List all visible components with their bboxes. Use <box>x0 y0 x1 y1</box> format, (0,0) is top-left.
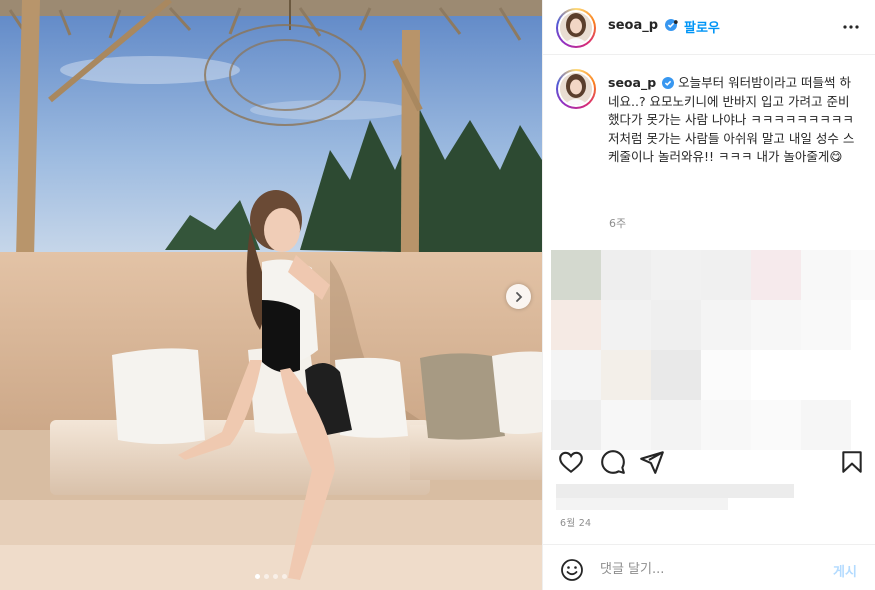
carousel-next-button[interactable] <box>506 284 531 309</box>
post-comment-button[interactable]: 게시 <box>833 561 857 580</box>
post-age: 6주 <box>609 217 627 230</box>
verified-badge-icon <box>662 77 675 89</box>
carousel-dot <box>273 574 278 579</box>
post-side-panel: seoa_p • 팔로우 seoa_p 오늘부터 워터밤이라고 떠들썩 하네요.… <box>542 0 875 590</box>
emoji-icon[interactable] <box>560 558 584 582</box>
comment-icon[interactable] <box>600 449 626 475</box>
carousel-dot <box>264 574 269 579</box>
bookmark-icon[interactable] <box>839 449 865 475</box>
comment-input[interactable] <box>600 557 820 581</box>
avatar-image <box>560 73 592 105</box>
caption-avatar[interactable] <box>556 69 596 109</box>
carousel-indicator <box>0 574 542 579</box>
blurred-likes <box>556 484 794 498</box>
share-icon[interactable] <box>639 449 665 475</box>
avatar[interactable] <box>556 8 596 48</box>
username[interactable]: seoa_p <box>608 18 677 33</box>
more-options-icon[interactable] <box>841 19 861 35</box>
comment-bar: 게시 <box>543 544 875 590</box>
blurred-comments <box>551 250 875 450</box>
chevron-right-icon <box>515 291 522 302</box>
post-date: 6월 24 <box>560 518 592 529</box>
avatar-image <box>560 12 592 44</box>
post-header: seoa_p • 팔로우 <box>543 0 875 55</box>
post-image <box>0 0 542 590</box>
post-caption: seoa_p 오늘부터 워터밤이라고 떠들썩 하네요..? 요모노키니에 반바지… <box>608 74 858 167</box>
separator-dot: • <box>672 16 680 31</box>
carousel-dot <box>255 574 260 579</box>
post-actions <box>543 443 875 483</box>
username-text[interactable]: seoa_p <box>608 18 658 33</box>
caption-username[interactable]: seoa_p <box>608 75 656 90</box>
heart-icon[interactable] <box>558 449 584 475</box>
post-photo[interactable] <box>0 0 542 590</box>
carousel-dot <box>282 574 287 579</box>
follow-button[interactable]: 팔로우 <box>684 17 720 36</box>
blurred-likes <box>556 498 728 510</box>
